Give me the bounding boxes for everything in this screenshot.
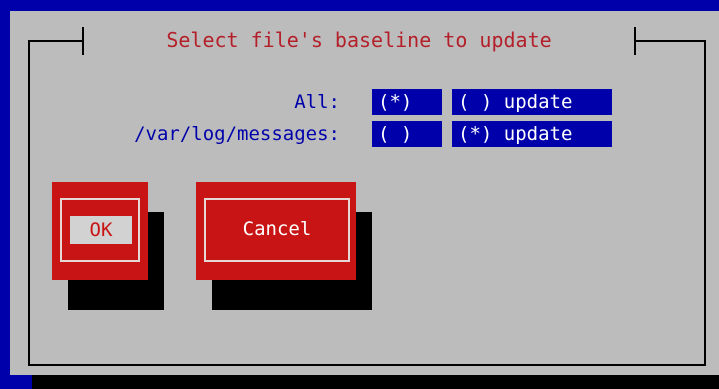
ok-button-label[interactable]: OK [70, 216, 132, 244]
dialog-title: Select file's baseline to update [166, 28, 552, 52]
dialog-shadow [32, 375, 719, 389]
radio-all-update[interactable]: ( ) update [452, 89, 612, 115]
radio-messages-update[interactable]: (*) update [452, 121, 612, 147]
title-right-tick [634, 27, 636, 55]
row-label-all: All: [294, 91, 340, 113]
radio-all-keep[interactable]: (*) [372, 89, 442, 115]
radio-messages-keep[interactable]: ( ) [372, 121, 442, 147]
cancel-button-label[interactable]: Cancel [210, 213, 344, 245]
row-label-messages: /var/log/messages: [134, 123, 340, 145]
